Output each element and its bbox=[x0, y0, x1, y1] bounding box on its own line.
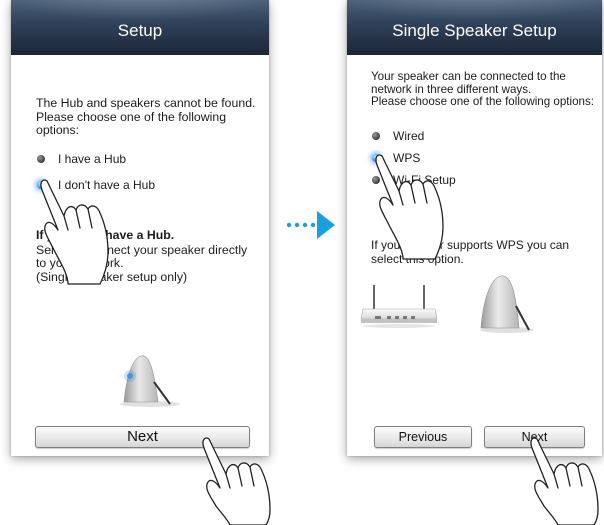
intro-line: The Hub and speakers cannot be found. bbox=[36, 96, 256, 110]
hand-pointer-icon bbox=[375, 154, 444, 260]
hand-pointer-icon bbox=[530, 437, 599, 525]
previous-button[interactable]: Previous bbox=[374, 426, 472, 448]
hand-pointer-icon bbox=[202, 437, 271, 525]
radio-button[interactable] bbox=[372, 132, 380, 140]
connection-intro-text: Your speaker can be connected to the net… bbox=[371, 70, 601, 109]
router-icon bbox=[360, 285, 438, 328]
option-label: Wired bbox=[393, 129, 425, 143]
intro-line: Your speaker can be connected to the bbox=[371, 70, 566, 83]
speaker-icon bbox=[480, 275, 534, 333]
page-title: Setup bbox=[117, 21, 163, 40]
option-wired[interactable]: Wired bbox=[372, 128, 424, 144]
option-label: I have a Hub bbox=[58, 152, 127, 166]
intro-line: Please choose one of the following bbox=[36, 109, 227, 124]
intro-line: Please choose one of the following optio… bbox=[371, 95, 595, 108]
page-title: Single Speaker Setup bbox=[392, 21, 557, 40]
dotted-arrow-right-icon bbox=[286, 211, 335, 239]
intro-line: options: bbox=[36, 123, 80, 137]
setup-intro-text: The Hub and speakers cannot be found. Pl… bbox=[36, 96, 264, 138]
radio-button[interactable] bbox=[37, 155, 45, 163]
hand-pointer-icon bbox=[40, 179, 109, 285]
option-have-hub[interactable]: I have a Hub bbox=[37, 151, 126, 167]
setup-header: Setup bbox=[11, 0, 269, 55]
single-speaker-header: Single Speaker Setup bbox=[347, 0, 602, 55]
speaker-icon bbox=[120, 355, 180, 407]
